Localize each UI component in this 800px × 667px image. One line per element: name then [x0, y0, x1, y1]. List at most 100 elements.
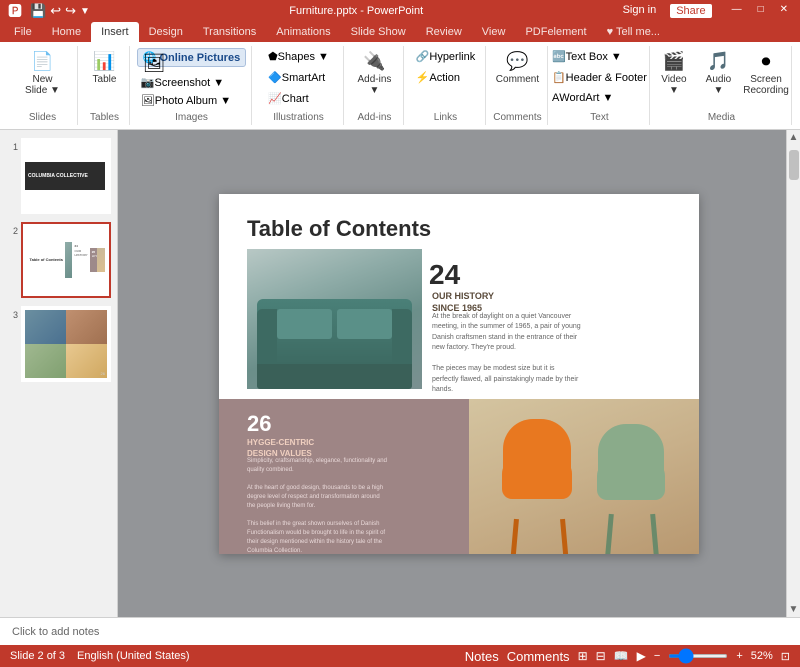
shapes-button[interactable]: ⬟ Shapes ▼	[264, 48, 333, 65]
zoom-out-icon[interactable]: −	[654, 650, 660, 662]
zoom-level[interactable]: 52%	[751, 650, 773, 662]
main-area: 1 COLUMBIA COLLECTIVE 2 Table of Conte	[0, 130, 800, 617]
new-slide-button[interactable]: 📄 NewSlide ▼	[20, 48, 65, 99]
scroll-up[interactable]: ▲	[787, 130, 800, 145]
comment-label: Comment	[496, 74, 539, 85]
save-btn[interactable]: 💾	[30, 3, 46, 19]
reading-view-icon[interactable]: 📖	[614, 649, 629, 663]
smartart-button[interactable]: 🔷 SmartArt	[264, 69, 329, 86]
comment-icon: 💬	[506, 51, 528, 72]
status-left: Slide 2 of 3 English (United States)	[10, 650, 190, 662]
slide-thumb-2[interactable]: Table of Contents 24OUR HISTORY 26HYGGE	[21, 222, 111, 298]
tab-tellme[interactable]: ♥ Tell me...	[597, 22, 670, 42]
text-group-label: Text	[550, 112, 649, 123]
comment-button[interactable]: 💬 Comment	[491, 48, 544, 88]
zoom-slider[interactable]	[668, 654, 728, 658]
normal-view-icon[interactable]: ⊞	[578, 649, 588, 663]
scroll-down[interactable]: ▼	[787, 602, 800, 617]
hyperlink-button[interactable]: 🔗 Hyperlink	[412, 48, 480, 65]
header-footer-label: Header & Footer	[566, 72, 647, 84]
textbox-button[interactable]: 🔤 Text Box ▼	[548, 48, 626, 65]
pictures-button[interactable]: 🖼	[136, 50, 172, 77]
slide-title: Table of Contents	[247, 216, 431, 242]
title-bar-left: 🅿 💾 ↩ ↪ ▼	[8, 1, 90, 21]
new-slide-label: NewSlide ▼	[25, 74, 60, 96]
photo-album-button[interactable]: 🖼 Photo Album ▼	[137, 92, 235, 109]
tab-review[interactable]: Review	[416, 22, 472, 42]
audio-icon: 🎵	[707, 51, 729, 72]
illustrations-group-label: Illustrations	[254, 112, 343, 123]
tab-home[interactable]: Home	[42, 22, 91, 42]
fit-window-icon[interactable]: ⊡	[781, 650, 790, 663]
video-icon: 🎬	[663, 51, 685, 72]
smartart-icon: 🔷	[268, 71, 282, 84]
tab-pdfelement[interactable]: PDFelement	[515, 22, 596, 42]
notes-toggle[interactable]: Notes	[465, 649, 499, 664]
redo-btn[interactable]: ↪	[65, 3, 76, 19]
slide-num-2: 2	[6, 226, 18, 236]
toc-number-1: 24	[429, 259, 460, 291]
slideshow-icon[interactable]: ▶	[637, 649, 646, 663]
slide-canvas[interactable]: Table of Contents	[219, 194, 699, 554]
addins-group-label: Add-ins	[346, 112, 403, 123]
table-button[interactable]: 📊 Table	[87, 48, 123, 88]
share-btn[interactable]: Share	[670, 4, 711, 18]
undo-btn[interactable]: ↩	[50, 3, 61, 19]
screen-recording-icon: ⏺	[762, 51, 771, 72]
slide-thumb-container-3: 3 26	[6, 306, 111, 382]
status-right: Notes Comments ⊞ ⊟ 📖 ▶ − + 52% ⊡	[465, 649, 790, 664]
top-image	[247, 249, 422, 389]
textbox-label: Text Box ▼	[566, 51, 622, 63]
bottom-right-image	[469, 399, 699, 554]
signin-link[interactable]: Sign in	[623, 4, 657, 18]
photo-album-icon: 🖼	[141, 94, 155, 107]
shapes-icon: ⬟	[268, 50, 278, 63]
comments-toggle[interactable]: Comments	[507, 649, 570, 664]
video-button[interactable]: 🎬 Video ▼	[654, 48, 694, 99]
ribbon-tabs: File Home Insert Design Transitions Anim…	[0, 22, 800, 42]
smartart-label: SmartArt	[282, 72, 325, 84]
toc-desc-2: Simplicity, craftsmanship, elegance, fun…	[247, 457, 387, 554]
tab-slideshow[interactable]: Slide Show	[341, 22, 416, 42]
wordart-button[interactable]: A WordArt ▼	[548, 90, 617, 106]
group-text: 🔤 Text Box ▼ 📋 Header & Footer A WordArt…	[550, 46, 650, 125]
slide-panel: 1 COLUMBIA COLLECTIVE 2 Table of Conte	[0, 130, 118, 617]
pictures-icon: 🖼	[143, 53, 166, 74]
audio-button[interactable]: 🎵 Audio ▼	[698, 48, 739, 99]
notes-placeholder: Click to add notes	[12, 626, 99, 638]
status-bar: Slide 2 of 3 English (United States) Not…	[0, 645, 800, 667]
tab-view[interactable]: View	[472, 22, 516, 42]
header-footer-button[interactable]: 📋 Header & Footer	[548, 69, 651, 86]
action-button[interactable]: ⚡ Action	[412, 69, 464, 86]
group-tables: 📊 Table Tables	[80, 46, 130, 125]
window-controls: Sign in Share — □ ✕	[623, 4, 792, 18]
tab-transitions[interactable]: Transitions	[193, 22, 266, 42]
addins-button[interactable]: 🔌 Add-ins ▼	[352, 48, 397, 99]
tab-design[interactable]: Design	[139, 22, 193, 42]
slide-thumb-2-image: Table of Contents 24OUR HISTORY 26HYGGE	[25, 226, 107, 294]
slide-thumb-1[interactable]: COLUMBIA COLLECTIVE	[21, 138, 111, 214]
zoom-in-icon[interactable]: +	[736, 650, 742, 662]
bottom-block: 26 HYGGE-CENTRICDESIGN VALUES Simplicity…	[219, 399, 699, 554]
slide-thumb-3-image: 26	[25, 310, 107, 378]
table-label: Table	[93, 74, 117, 85]
scroll-thumb[interactable]	[789, 150, 799, 180]
images-group-label: Images	[132, 112, 251, 123]
screenshot-icon: 📷	[141, 76, 155, 89]
close-btn[interactable]: ✕	[776, 4, 792, 18]
tab-insert[interactable]: Insert	[91, 22, 139, 42]
slide-thumb-container-1: 1 COLUMBIA COLLECTIVE	[6, 138, 111, 214]
group-illustrations: ⬟ Shapes ▼ 🔷 SmartArt 📈 Chart Illustrati…	[254, 46, 344, 125]
slide-sorter-icon[interactable]: ⊟	[596, 649, 606, 663]
tab-file[interactable]: File	[4, 22, 42, 42]
chart-button[interactable]: 📈 Chart	[264, 90, 313, 107]
customize-btn[interactable]: ▼	[80, 6, 90, 17]
wordart-icon: A	[552, 92, 559, 104]
maximize-btn[interactable]: □	[754, 4, 768, 18]
notes-bar[interactable]: Click to add notes	[0, 617, 800, 645]
screen-recording-button[interactable]: ⏺ ScreenRecording	[743, 48, 789, 99]
slide-thumb-3[interactable]: 26	[21, 306, 111, 382]
minimize-btn[interactable]: —	[728, 4, 746, 18]
vertical-scrollbar[interactable]: ▲ ▼	[786, 130, 800, 617]
tab-animations[interactable]: Animations	[266, 22, 340, 42]
